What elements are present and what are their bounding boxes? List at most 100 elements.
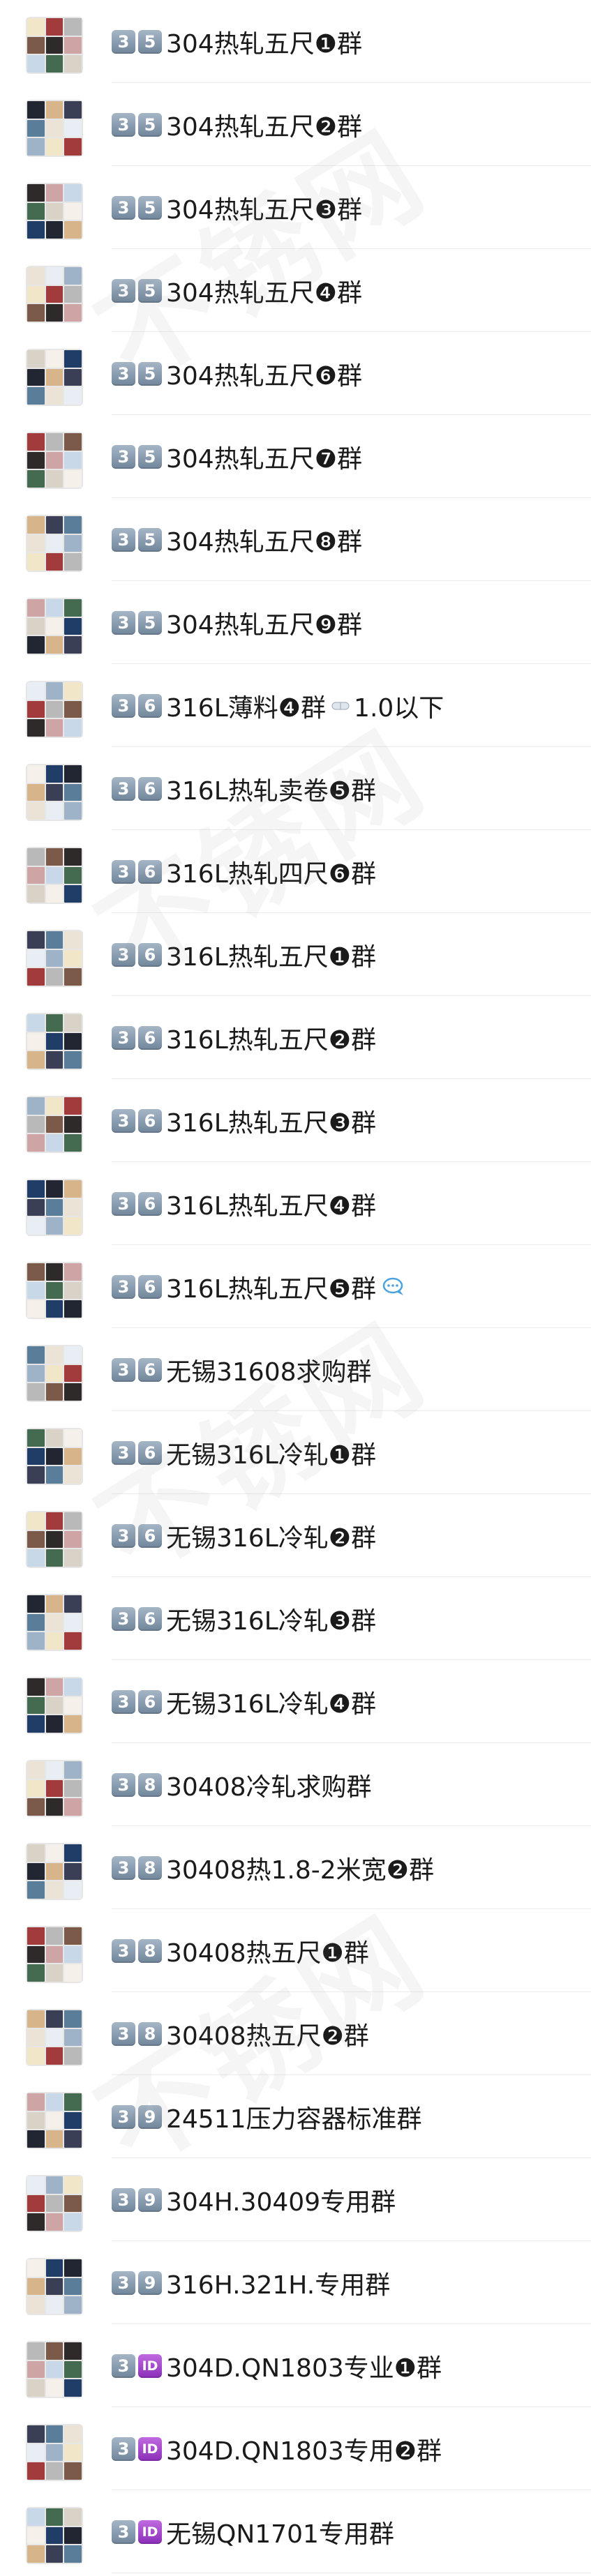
avatar-tile [45,1798,63,1816]
avatar-tile [64,1281,82,1300]
group-title: 304热轧五尺❾群 [166,611,362,640]
group-chat-row[interactable]: 3 6 316L热轧五尺❶群 [0,913,591,996]
group-chat-row[interactable]: 3 6 无锡316L冷轧❹群 [0,1660,591,1743]
group-avatar [26,2258,83,2315]
group-avatar [26,598,83,655]
avatar-tile [64,2047,82,2065]
avatar-tile [64,1945,82,1964]
avatar-tile [64,18,82,36]
avatar-tile [64,2379,82,2397]
keycap-badge: 5 [138,445,162,469]
avatar-tile [64,534,82,552]
group-title: 无锡31608求购群 [166,1358,372,1387]
keycap-badge: 9 [138,2105,162,2129]
avatar-tile [64,765,82,783]
group-avatar [26,847,83,904]
group-name: 3 6 316L热轧卖卷❺群 [112,774,376,806]
avatar-tile [27,1862,45,1881]
avatar-tile [64,433,82,451]
group-chat-row[interactable]: 3 8 30408热1.8-2米宽❷群 [0,1826,591,1909]
group-title: 304热轧五尺❽群 [166,528,362,557]
avatar-tile [27,848,45,866]
group-chat-row[interactable]: 3 5 304热轧五尺❸群 [0,166,591,249]
group-avatar [26,17,83,74]
avatar-tile [27,1945,45,1964]
group-title: 316L热轧五尺❶群 [166,943,377,972]
avatar-tile [45,350,63,368]
avatar-tile [64,636,82,654]
avatar-tile [64,1632,82,1650]
avatar-tile [45,285,63,303]
group-chat-row[interactable]: 3 8 30408冷轧求购群 [0,1743,591,1826]
group-chat-row[interactable]: 3 5 304热轧五尺❷群 [0,83,591,166]
avatar-tile [45,138,63,156]
group-chat-row[interactable]: 3 5 304热轧五尺❾群 [0,581,591,664]
group-chat-row[interactable]: 3 5 304热轧五尺❻群 [0,332,591,415]
avatar-tile [45,599,63,617]
group-chat-row[interactable]: 3 6 无锡316L冷轧❸群 [0,1577,591,1660]
avatar-tile [27,267,45,285]
avatar-tile [27,221,45,239]
avatar-tile [64,304,82,322]
avatar-tile [27,866,45,884]
group-chat-row[interactable]: 3 6 无锡316L冷轧❶群 [0,1411,591,1494]
avatar-tile [45,2360,63,2379]
group-chat-row[interactable]: 3 8 30408热五尺❷群 [0,1992,591,2075]
avatar-tile [27,18,45,36]
group-chat-row[interactable]: 3 6 316L热轧五尺❺群 [0,1245,591,1328]
chat-bubble-icon [382,1276,405,1297]
avatar-tile [45,1014,63,1032]
group-chat-row[interactable]: 3 5 304热轧五尺❼群 [0,415,591,498]
group-chat-row[interactable]: 3 6 316L热轧五尺❹群 [0,1162,591,1245]
group-avatar [26,1511,83,1568]
group-chat-row[interactable]: 3 6 无锡316L冷轧❷群 [0,1494,591,1577]
avatar-tile [27,1696,45,1715]
group-avatar [26,1345,83,1402]
avatar-tile [45,1595,63,1613]
avatar-tile [27,553,45,571]
group-chat-row[interactable]: 3 ID 304D.QN1803专用❷群 [0,2407,591,2490]
group-chat-row[interactable]: 3 5 304热轧五尺❽群 [0,498,591,581]
keycap-badge: 5 [138,362,162,386]
group-chat-row[interactable]: 3 6 316L热轧卖卷❺群 [0,747,591,830]
avatar-tile [45,1613,63,1632]
group-chat-row[interactable]: 3 6 316L热轧五尺❷群 [0,996,591,1079]
group-chat-row[interactable]: 3 6 316L热轧四尺❻群 [0,830,591,913]
avatar-tile [45,1217,63,1235]
avatar-tile [45,221,63,239]
keycap-badge: 3 [112,1275,135,1299]
group-chat-row[interactable]: 3 9 316H.321H.专用群 [0,2241,591,2324]
keycap-badge: 8 [138,1856,162,1880]
group-avatar [26,349,83,406]
group-chat-row[interactable]: 3 6 无锡31608求购群 [0,1328,591,1411]
group-chat-row[interactable]: 3 5 304热轧五尺❹群 [0,249,591,332]
group-title: 30408热1.8-2米宽❷群 [166,1856,434,1885]
group-name: 3 5 304热轧五尺❹群 [112,276,362,308]
avatar-tile [64,1798,82,1816]
group-chat-row[interactable]: 3 9 304H.30409专用群 [0,2158,591,2241]
avatar-tile [64,1844,82,1862]
group-chat-row[interactable]: 3 ID 304D.QN1803专业❶群 [0,2324,591,2407]
keycap-badge: 3 [112,943,135,967]
group-chat-row[interactable]: 3 6 316L热轧五尺❸群 [0,1079,591,1162]
group-chat-row[interactable]: 3 ID 无锡QN1701专用群 [0,2490,591,2573]
avatar-tile [45,2545,63,2563]
avatar-tile [64,1779,82,1798]
group-avatar [26,1013,83,1070]
avatar-tile [45,1779,63,1798]
avatar-tile [64,949,82,967]
avatar-tile [27,802,45,820]
avatar-tile [64,553,82,571]
avatar-tile [27,1032,45,1050]
group-title: 30408热五尺❶群 [166,1939,369,1968]
group-name: 3 6 316L热轧五尺❹群 [112,1189,376,1221]
group-chat-row[interactable]: 3 8 30408热五尺❶群 [0,1909,591,1992]
group-chat-row[interactable]: 3 9 24511压力容器标准群 [0,2075,591,2158]
avatar-tile [64,783,82,801]
group-chat-row[interactable]: 3 5 304热轧五尺❶群 [0,0,591,83]
group-name: 3 6 无锡316L冷轧❶群 [112,1438,376,1470]
group-chat-row[interactable]: 3 6 316L薄料❹群 1.0以下 [0,664,591,747]
avatar-tile [64,451,82,469]
group-title: 304热轧五尺❷群 [166,113,362,142]
avatar-tile [64,516,82,534]
